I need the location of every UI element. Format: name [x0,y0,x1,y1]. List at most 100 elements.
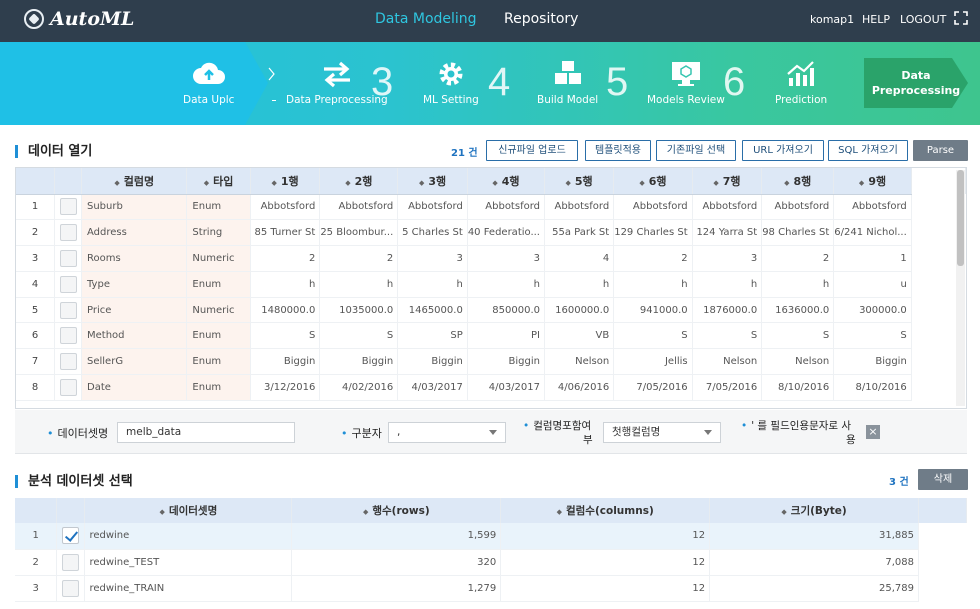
row-checkbox-cell[interactable] [54,297,82,324]
step-ml-setting[interactable]: ML Setting [423,60,479,106]
current-step-badge[interactable]: Data Preprocessing [864,58,968,108]
row-checkbox[interactable] [59,301,77,319]
dataset-name-input[interactable]: melb_data [117,422,295,443]
table-row[interactable]: 4 Type Enum h h h h h h h h u [16,271,966,298]
value-cell: 4/06/2016 [544,374,615,401]
upload-new-file-button[interactable]: 신규파일 업로드 [486,140,578,161]
header-option-select[interactable]: 첫행컬럼명 [603,422,721,443]
table-row[interactable]: 3 redwine_TRAIN 1,279 12 25,789 [15,575,967,602]
row-checkbox-cell[interactable] [56,549,86,576]
step-models-review[interactable]: Models Review [647,60,725,106]
step-number: 5 [606,60,629,104]
column-header-row8[interactable]: ◆ 8행 [761,168,835,195]
nav-repository[interactable]: Repository [504,11,578,27]
row-checkbox-cell[interactable] [56,575,86,602]
app-logo[interactable]: AutoML [24,8,134,30]
table-row[interactable]: 3 Rooms Numeric 2 2 3 3 4 2 3 2 1 [16,245,966,272]
close-icon[interactable]: × [866,425,880,439]
step-label: Build Model [537,94,599,106]
column-header-row4[interactable]: ◆ 4행 [467,168,546,195]
value-cell: h [250,271,321,298]
table-row[interactable]: 1 Suburb Enum Abbotsford Abbotsford Abbotsfor… [16,194,966,221]
column-name-cell: Type [81,271,188,298]
row-checkbox[interactable] [59,327,77,345]
row-checkbox[interactable] [59,224,77,242]
column-header-row5[interactable]: ◆ 5행 [544,168,615,195]
row-checkbox-cell[interactable] [54,322,82,350]
gear-icon [439,62,463,86]
row-checkbox[interactable] [62,579,80,597]
delete-button[interactable]: 삭제 [918,469,968,490]
table-row[interactable]: 5 Price Numeric 1480000.0 1035000.0 1465000.0… [16,297,966,324]
table-row[interactable]: 2 redwine_TEST 320 12 7,088 [15,549,967,576]
step-number: 4 [488,60,511,104]
swap-arrows-icon [323,61,350,88]
column-header-row9[interactable]: ◆ 9행 [833,168,912,195]
row-checkbox-cell[interactable] [54,245,82,272]
value-cell: Abbotsford [833,194,912,221]
help-link[interactable]: HELP [862,13,890,26]
column-header-row3[interactable]: ◆ 3행 [397,168,468,195]
column-type-cell: Enum [186,194,251,221]
nav-data-modeling[interactable]: Data Modeling [375,11,477,27]
value-cell: 5 Charles St [397,219,468,247]
row-checkbox[interactable] [59,198,77,216]
value-cell: 7/05/2016 [613,374,693,401]
column-header-row2[interactable]: ◆ 2행 [319,168,399,195]
column-header-rows[interactable]: ◆ 행수(rows) [291,498,502,523]
row-checkbox[interactable] [62,553,80,571]
quote-char-label-2: 용 [846,434,856,446]
step-build-model[interactable]: Build Model [537,60,598,106]
column-header-type[interactable]: ◆ 타입 [186,168,251,195]
table-row[interactable]: 6 Method Enum S S SP PI VB S S S S [16,322,966,350]
row-checkbox-cell[interactable] [54,348,82,376]
delimiter-select[interactable]: , [388,422,506,443]
row-checkbox-cell[interactable] [54,271,82,298]
column-name-cell: Rooms [81,245,188,272]
step-prediction[interactable]: Prediction [775,60,827,106]
apply-template-button[interactable]: 템플릿적용 [585,140,651,161]
vertical-scrollbar[interactable] [956,170,965,406]
select-existing-file-button[interactable]: 기존파일 선택 [656,140,736,161]
fullscreen-icon[interactable] [954,11,968,25]
row-checkbox[interactable] [59,249,77,267]
row-checkbox[interactable] [59,378,77,396]
column-header-row6[interactable]: ◆ 6행 [613,168,693,195]
import-url-button[interactable]: URL 가져오기 [742,140,824,161]
value-cell: 1600000.0 [544,297,615,324]
row-checkbox-cell[interactable] [54,194,82,221]
scrollbar-thumb[interactable] [957,170,964,266]
row-checkbox-cell[interactable] [54,219,82,247]
table-row[interactable]: 8 Date Enum 3/12/2016 4/02/2016 4/03/2017 4/03… [16,374,966,401]
value-cell: Abbotsford [692,194,763,221]
table-row[interactable]: 1 redwine 1,599 12 31,885 [15,523,967,550]
row-checkbox[interactable] [59,275,77,293]
column-header-size[interactable]: ◆ 크기(Byte) [709,498,919,523]
row-number: 8 [16,374,55,401]
chevron-down-icon [489,430,497,435]
row-checkbox-cell[interactable] [56,523,86,550]
column-header-name[interactable]: ◆ 컬럼명 [81,168,188,195]
value-cell: h [544,271,615,298]
row-number: 7 [16,348,55,376]
logout-link[interactable]: LOGOUT [900,13,946,26]
import-sql-button[interactable]: SQL 가져오기 [828,140,908,161]
parse-button[interactable]: Parse [913,140,968,161]
value-cell: 2 [250,245,321,272]
data-open-count: 21 건 [451,148,478,159]
table-row[interactable]: 7 SellerG Enum Biggin Biggin Biggin Biggin Nels… [16,348,966,376]
column-header-row1[interactable]: ◆ 1행 [250,168,321,195]
table-row[interactable]: 2 Address String 85 Turner St 25 Bloombur...… [16,219,966,247]
value-cell: 98 Charles St [761,219,835,247]
row-checkbox[interactable] [62,527,80,545]
row-checkbox[interactable] [59,353,77,371]
column-header-columns[interactable]: ◆ 컬럼수(columns) [500,498,711,523]
preview-table: ◆ 컬럼명 ◆ 타입 ◆ 1행 ◆ 2행 ◆ 3행 ◆ 4행 ◆ 5행 ◆ 6행 ◆ 7행 ◆ 8행… [16,168,966,401]
step-data-upload[interactable]: Data Uplc [183,60,234,106]
cloud-upload-icon [192,62,225,84]
value-cell: Nelson [761,348,835,376]
column-header-dataset-name[interactable]: ◆ 데이터셋명 [84,498,293,523]
row-checkbox-cell[interactable] [54,374,82,401]
user-name[interactable]: komap1 [810,13,854,26]
column-header-row7[interactable]: ◆ 7행 [692,168,763,195]
